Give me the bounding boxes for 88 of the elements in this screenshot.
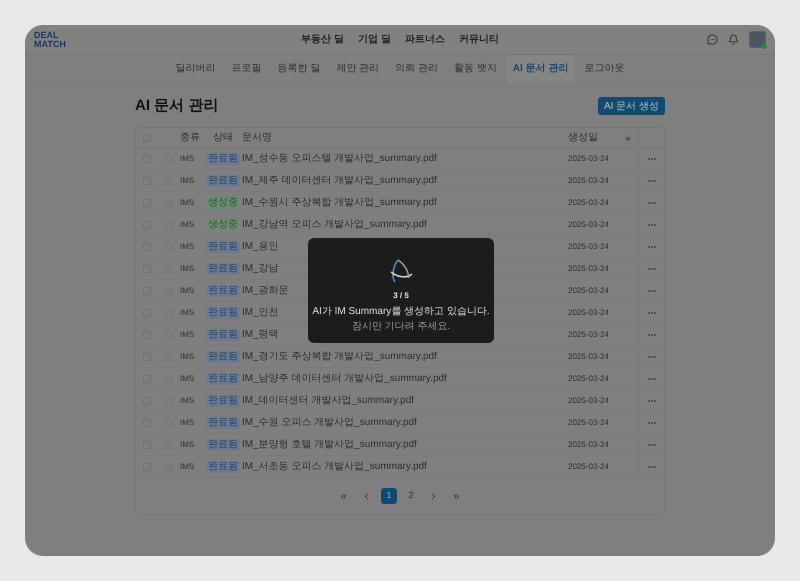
status-badge: 생성중 [206, 218, 240, 230]
document-name[interactable]: IM_성수동 오피스텔 개발사업_summary.pdf [242, 151, 568, 166]
type-cell-text: IMS [180, 174, 196, 186]
tab[interactable]: 프로필 [226, 54, 268, 82]
date-cell-text: 2025-03-24 [568, 438, 610, 450]
type-cell-text: IMS [180, 218, 196, 230]
type-cell-text: IMS [180, 240, 196, 252]
status-badge: 완료됨 [206, 174, 240, 186]
column-header: 문서명 [242, 131, 273, 145]
type-cell-text: IMS [180, 328, 196, 340]
progress-message: AI가 IM Summary를 생성하고 있습니다. [312, 305, 490, 319]
nav-link[interactable]: 기업 딜 [358, 32, 391, 47]
status-badge: 완료됨 [206, 460, 240, 472]
status-badge: 완료됨 [206, 240, 240, 252]
tab[interactable]: 의뢰 관리 [389, 54, 444, 82]
status-badge: 완료됨 [206, 394, 240, 406]
document-name[interactable]: IM_제주 데이터센터 개발사업_summary.pdf [242, 173, 568, 188]
tab[interactable]: 등록한 딜 [272, 54, 326, 82]
nav-link[interactable]: 파트너스 [404, 32, 445, 47]
document-name[interactable]: IM_남양주 데이터센터 개발사업_summary.pdf [242, 371, 568, 386]
date-cell-text: 2025-03-24 [568, 460, 610, 472]
type-cell-text: IMS [180, 284, 196, 296]
date-cell-text: 2025-03-24 [568, 218, 610, 230]
logo[interactable]: DEAL MATCH [34, 30, 94, 48]
avatar[interactable] [749, 31, 766, 48]
status-badge: 생성중 [206, 196, 240, 208]
tab[interactable]: 딜리버리 [170, 54, 222, 82]
column-header[interactable]: 생성일 [568, 130, 624, 145]
page-title: AI 문서 관리 [135, 96, 218, 116]
date-cell-text: 2025-03-24 [568, 328, 610, 340]
date-cell-text: 2025-03-24 [568, 306, 610, 318]
previous-page-icon[interactable] [362, 492, 371, 500]
date-cell-text: 2025-03-24 [568, 152, 610, 164]
type-cell-text: IMS [180, 262, 196, 274]
date-cell-text: 2025-03-24 [568, 262, 610, 274]
date-cell-text: 2025-03-24 [568, 196, 610, 208]
page-button[interactable]: 2 [403, 488, 419, 504]
last-page-icon[interactable] [452, 492, 461, 500]
sort-arrow-icon[interactable] [624, 134, 632, 142]
tab[interactable]: 제안 관리 [330, 54, 386, 82]
status-badge: 완료됨 [206, 328, 240, 340]
document-name[interactable]: IM_강남역 오피스 개발사업_summary.pdf [242, 217, 568, 232]
date-cell-text: 2025-03-24 [568, 372, 610, 384]
document-name[interactable]: IM_수원 오피스 개발사업_summary.pdf [242, 415, 568, 430]
document-name[interactable]: IM_데이터센터 개발사업_summary.pdf [242, 393, 568, 408]
date-cell-text: 2025-03-24 [568, 416, 610, 428]
progress-count: 3 / 5 [393, 290, 409, 302]
type-cell-text: IMS [180, 394, 196, 406]
date-cell-text: 2025-03-24 [568, 174, 610, 186]
type-cell-text: IMS [180, 196, 196, 208]
type-cell-text: IMS [180, 416, 196, 428]
status-badge: 완료됨 [206, 350, 240, 362]
type-cell-text: IMS [180, 350, 196, 362]
column-header: 상태 [212, 131, 234, 145]
type-cell-text: IMS [180, 372, 196, 384]
tab[interactable]: 로그아웃 [578, 54, 630, 82]
tab[interactable]: AI 문서 관리 [506, 54, 574, 82]
nav-link[interactable]: 커뮤니티 [458, 32, 499, 47]
date-cell-text: 2025-03-24 [568, 240, 610, 252]
wait-hint: 잠시만 기다려 주세요. [352, 320, 450, 334]
date-cell-text: 2025-03-24 [568, 350, 610, 362]
document-name[interactable]: IM_수원시 주상복합 개발사업_summary.pdf [242, 195, 568, 210]
notification-icon[interactable] [728, 34, 739, 45]
type-cell-text: IMS [180, 460, 196, 472]
loading-spinner-icon [388, 258, 414, 284]
status-badge: 완료됨 [206, 152, 240, 164]
document-name[interactable]: IM_분양형 호텔 개발사업_summary.pdf [242, 437, 568, 452]
page-button[interactable]: 1 [381, 488, 397, 504]
nav-link[interactable]: 부동산 딜 [301, 32, 344, 47]
chat-icon[interactable] [707, 34, 718, 45]
status-badge: 완료됨 [206, 262, 240, 274]
type-cell-text: IMS [180, 152, 196, 164]
tab[interactable]: 활동 뱃지 [448, 54, 503, 82]
type-cell-text: IMS [180, 438, 196, 450]
document-name[interactable]: IM_경기도 주상복합 개발사업_summary.pdf [242, 349, 568, 364]
status-badge: 완료됨 [206, 372, 240, 384]
date-cell-text: 2025-03-24 [568, 284, 610, 296]
status-badge: 완료됨 [206, 284, 240, 296]
create-document-button[interactable]: AI 문서 생성 [598, 97, 665, 115]
first-page-icon[interactable] [339, 492, 348, 500]
status-badge: 완료됨 [206, 306, 240, 318]
status-badge: 완료됨 [206, 416, 240, 428]
date-cell-text: 2025-03-24 [568, 394, 610, 406]
document-name[interactable]: IM_서초동 오피스 개발사업_summary.pdf [242, 459, 568, 474]
column-header: 종류 [180, 131, 201, 145]
next-page-icon[interactable] [429, 492, 438, 500]
status-badge: 완료됨 [206, 438, 240, 450]
type-cell-text: IMS [180, 306, 196, 318]
